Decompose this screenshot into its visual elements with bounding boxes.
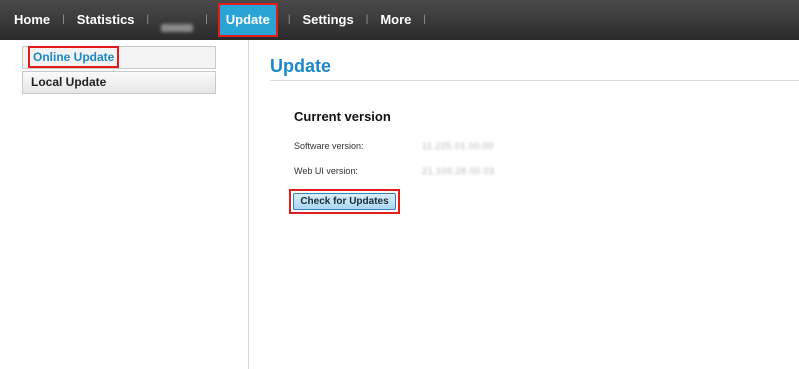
- webui-version-value: 21.100.28.00.03: [422, 166, 495, 176]
- nav-item-more[interactable]: More: [380, 0, 411, 40]
- nav-item-settings[interactable]: Settings: [302, 0, 353, 40]
- nav-separator: |: [423, 14, 427, 25]
- nav-item-redacted[interactable]: [161, 24, 194, 32]
- nav-separator: |: [365, 14, 369, 25]
- title-divider: [270, 80, 799, 81]
- page-title: Update: [270, 56, 332, 76]
- check-for-updates-highlight: Check for Updates: [289, 189, 400, 214]
- sidebar-item-online-update[interactable]: Online Update: [22, 46, 216, 69]
- nav-separator: |: [62, 14, 65, 25]
- webui-version-label: Web UI version:: [294, 166, 358, 176]
- nav-item-update[interactable]: Update: [217, 3, 278, 37]
- sidebar-item-label: Online Update: [27, 46, 120, 68]
- side-menu: Online Update Local Update: [22, 46, 216, 94]
- sidebar-item-local-update[interactable]: Local Update: [22, 71, 216, 94]
- top-nav-bar: Home | Statistics | | Update | Settings …: [0, 0, 799, 40]
- nav-separator: |: [205, 14, 208, 25]
- nav-separator: |: [287, 14, 291, 25]
- section-title-current-version: Current version: [294, 109, 391, 124]
- nav-item-statistics[interactable]: Statistics: [77, 0, 135, 40]
- nav-separator: |: [146, 14, 150, 25]
- nav-item-home[interactable]: Home: [14, 0, 50, 40]
- sidebar-item-label: Local Update: [31, 75, 107, 89]
- software-version-label: Software version:: [294, 141, 364, 151]
- vertical-divider: [248, 40, 249, 369]
- check-for-updates-button[interactable]: Check for Updates: [293, 193, 396, 210]
- software-version-value: 11.225.01.00.00: [422, 141, 494, 151]
